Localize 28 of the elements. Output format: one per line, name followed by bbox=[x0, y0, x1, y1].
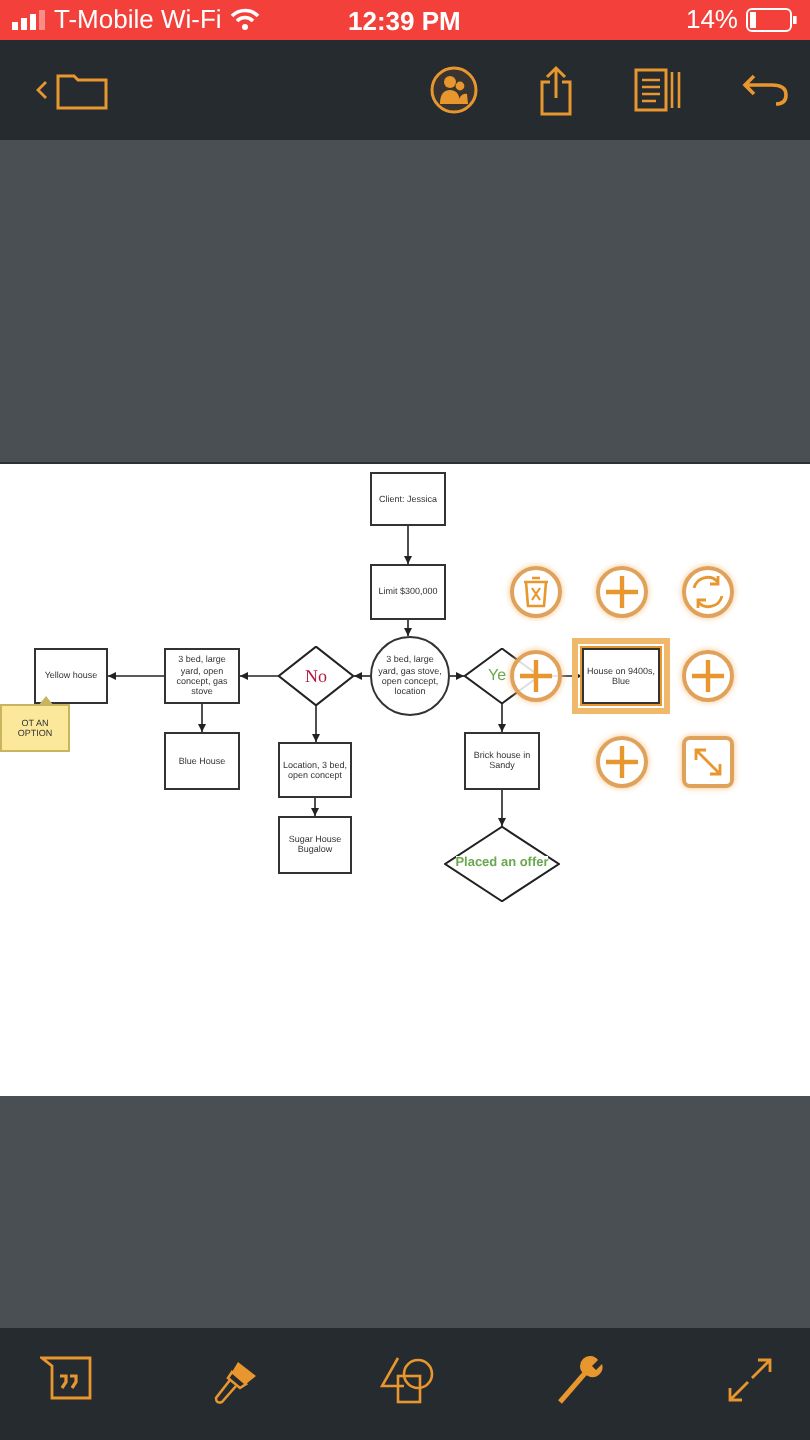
shapes-icon[interactable] bbox=[379, 1356, 435, 1405]
chevron-icon bbox=[36, 79, 48, 100]
document-icon[interactable] bbox=[634, 67, 682, 112]
carrier-name: T-Mobile Wi-Fi bbox=[54, 4, 222, 35]
connector-arrow bbox=[498, 788, 506, 827]
people-icon[interactable] bbox=[430, 65, 478, 114]
signal-icon bbox=[12, 9, 46, 30]
battery-percent: 14% bbox=[685, 4, 738, 35]
share-icon[interactable] bbox=[538, 63, 574, 116]
wifi-icon bbox=[229, 8, 260, 31]
undo-icon[interactable] bbox=[742, 71, 790, 108]
connector-arrow bbox=[198, 702, 206, 733]
connector-arrow bbox=[107, 671, 165, 680]
wrench-icon[interactable] bbox=[554, 1354, 607, 1407]
battery-icon bbox=[746, 7, 798, 32]
connector-arrow bbox=[312, 704, 320, 743]
expand-icon[interactable] bbox=[726, 1356, 774, 1405]
connector-arrow bbox=[311, 796, 319, 817]
connector-arrow bbox=[353, 671, 371, 680]
folder-icon bbox=[56, 69, 108, 110]
connector-arrow bbox=[498, 702, 506, 733]
decision-diamond[interactable]: No bbox=[278, 645, 354, 706]
clock-time: 12:39 PM bbox=[348, 6, 461, 36]
connector-arrow bbox=[404, 618, 412, 637]
connector-arrow bbox=[239, 671, 279, 680]
connector-arrow bbox=[449, 671, 465, 680]
connector-arrow bbox=[404, 524, 412, 565]
quote-bubble-icon[interactable] bbox=[40, 1356, 92, 1405]
